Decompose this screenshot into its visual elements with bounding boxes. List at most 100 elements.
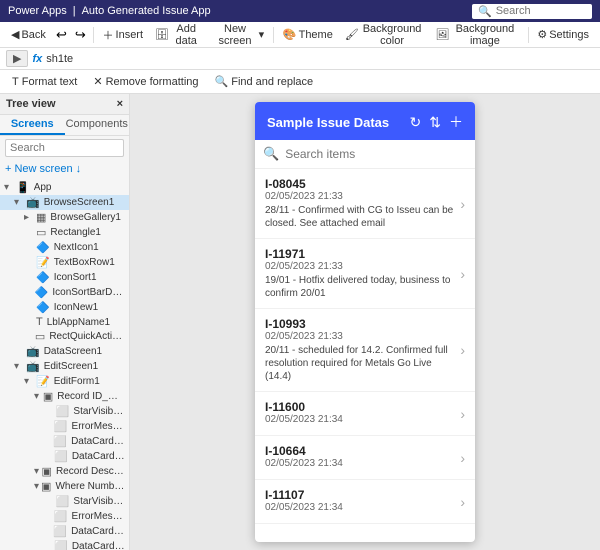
tree-item-icon: 📺 xyxy=(26,196,40,209)
refresh-icon[interactable]: ↻ xyxy=(410,114,422,131)
list-item[interactable]: I-11600 02/05/2023 21:34 › xyxy=(255,392,475,436)
list-item-desc: 20/11 - scheduled for 14.2. Confirmed fu… xyxy=(265,344,460,383)
add-data-button[interactable]: 🗄 Add data xyxy=(150,21,206,49)
tree-item-label: ErrorMessage2 xyxy=(72,511,125,522)
tree-item-label: IconSortBarDown1 xyxy=(52,287,125,298)
phone-header: Sample Issue Datas ↻ ⇅ ＋ xyxy=(255,102,475,140)
fx-icon: fx xyxy=(32,53,42,65)
tree-item[interactable]: ▾▣Record ID_DataCard2 xyxy=(0,389,129,404)
add-icon[interactable]: ＋ xyxy=(449,112,463,132)
tree-item[interactable]: ▾📺EditScreen1 xyxy=(0,359,129,374)
phone-title: Sample Issue Datas xyxy=(267,115,389,130)
list-item[interactable]: I-11107 02/05/2023 21:34 › xyxy=(255,480,475,524)
tree-item[interactable]: ⬜DataCardValue4 xyxy=(0,524,129,539)
top-search-input[interactable] xyxy=(496,5,586,17)
toolbar-sep-1 xyxy=(93,27,94,43)
background-image-button[interactable]: 🖼 Background image xyxy=(430,21,523,49)
tree-item[interactable]: ▸▦BrowseGallery1 xyxy=(0,210,129,225)
redo-icon[interactable]: ↪ xyxy=(72,25,89,45)
back-label: Back xyxy=(21,29,45,41)
tree-item-label: Where Number Column_DataGo xyxy=(55,481,125,492)
tree-item-icon: ▭ xyxy=(35,330,45,343)
sidebar: Tree view × Screens Components + New scr… xyxy=(0,94,130,550)
top-bar: Power Apps | Auto Generated Issue App 🔍 xyxy=(0,0,600,22)
tree-item[interactable]: TLblAppName1 xyxy=(0,315,129,329)
tree-item[interactable]: 🔷IconSortBarDown1 xyxy=(0,285,129,300)
sidebar-search-container xyxy=(0,136,129,160)
tree-item[interactable]: ⬜ErrorMessage2 xyxy=(0,509,129,524)
tree-toggle-icon: ▾ xyxy=(14,361,24,372)
top-bar-sep: | xyxy=(73,5,76,17)
sort-icon[interactable]: ⇅ xyxy=(429,114,441,131)
canvas-area: Sample Issue Datas ↻ ⇅ ＋ 🔍 I-08045 02/05… xyxy=(130,94,600,550)
tree-item[interactable]: ▾📱App xyxy=(0,180,129,195)
add-data-label: Add data xyxy=(171,23,201,47)
list-item-arrow-icon: › xyxy=(460,266,465,282)
phone-search-input[interactable] xyxy=(285,147,467,161)
tree-item[interactable]: 📺DataScreen1 xyxy=(0,344,129,359)
tree-item[interactable]: ▭ RectQuickAction81 xyxy=(0,329,129,344)
tree-item-label: App xyxy=(34,182,52,193)
settings-button[interactable]: ⚙ Settings xyxy=(532,26,594,43)
list-item-content: I-11107 02/05/2023 21:34 xyxy=(265,488,460,515)
tree-item-label: Record Description_DataCa xyxy=(56,466,125,477)
list-item[interactable]: I-11971 02/05/2023 21:33 19/01 - Hotfix … xyxy=(255,239,475,309)
sidebar-tab-components[interactable]: Components xyxy=(65,115,130,135)
remove-formatting-button[interactable]: ✕ Remove formatting xyxy=(87,73,204,90)
new-screen-link[interactable]: + New screen ↓ xyxy=(0,160,129,178)
list-item-date: 02/05/2023 21:33 xyxy=(265,261,460,272)
tree-item-icon: ▣ xyxy=(42,465,52,478)
back-icon: ◀ xyxy=(11,28,19,41)
toolbar: ◀ Back ↩ ↪ ＋ Insert 🗄 Add data New scree… xyxy=(0,22,600,48)
list-item[interactable]: I-10993 02/05/2023 21:33 20/11 - schedul… xyxy=(255,309,475,392)
list-item[interactable]: I-10664 02/05/2023 21:34 › xyxy=(255,436,475,480)
tree-item[interactable]: ▾▣Where Number Column_DataGo xyxy=(0,479,129,494)
back-button[interactable]: ◀ Back xyxy=(6,26,51,43)
tree-item-label: DataCardKey4 xyxy=(72,541,125,550)
tree-item[interactable]: ⬜StarVisible2 xyxy=(0,494,129,509)
list-item-id: I-11600 xyxy=(265,400,460,414)
brand-label: Power Apps xyxy=(8,5,67,17)
tree-item[interactable]: ⬜DataCardKey4 xyxy=(0,539,129,550)
tree-item[interactable]: 🔷IconSort1 xyxy=(0,270,129,285)
sidebar-header: Tree view × xyxy=(0,94,129,115)
tree-item-icon: ⬜ xyxy=(54,420,68,433)
tree-item[interactable]: 🔷IconNew1 xyxy=(0,300,129,315)
format-text-button[interactable]: T Format text xyxy=(6,74,83,90)
list-item[interactable]: I-08045 02/05/2023 21:33 28/11 - Confirm… xyxy=(255,169,475,239)
tree-item-label: Record ID_DataCard2 xyxy=(57,391,125,402)
top-search-box[interactable]: 🔍 xyxy=(472,4,592,19)
tree-item[interactable]: ⬜DataCardKey3 xyxy=(0,449,129,464)
find-replace-button[interactable]: 🔍 Find and replace xyxy=(209,73,320,90)
tree-item[interactable]: ⬜DataCardValue3 xyxy=(0,434,129,449)
tree-item-label: BrowseGallery1 xyxy=(50,212,121,223)
phone-header-icons: ↻ ⇅ ＋ xyxy=(410,112,463,132)
sidebar-close-icon[interactable]: × xyxy=(117,98,123,110)
new-screen-button[interactable]: New screen ▾ xyxy=(208,21,269,49)
tree-item[interactable]: ⬜ErrorMessage1 xyxy=(0,419,129,434)
sidebar-tree: ▾📱App▾📺BrowseScreen1▸▦BrowseGallery1 ▭Re… xyxy=(0,178,129,550)
tree-item-label: BrowseScreen1 xyxy=(44,197,115,208)
tree-item[interactable]: ▾📝EditForm1 xyxy=(0,374,129,389)
tree-item[interactable]: 📝TextBoxRow1 xyxy=(0,255,129,270)
undo-icon[interactable]: ↩ xyxy=(53,25,70,45)
list-item-desc: 28/11 - Confirmed with CG to Isseu can b… xyxy=(265,204,460,230)
tree-item-label: RectQuickAction81 xyxy=(49,331,125,342)
tree-item[interactable]: 🔷NextIcon1 xyxy=(0,240,129,255)
formula-input[interactable] xyxy=(46,53,594,65)
tree-item[interactable]: ▾📺BrowseScreen1 xyxy=(0,195,129,210)
theme-button[interactable]: 🎨 Theme xyxy=(278,26,338,43)
list-item-date: 02/05/2023 21:34 xyxy=(265,502,460,513)
new-screen-label: New screen xyxy=(213,23,256,47)
tree-item[interactable]: ▾▣Record Description_DataCa xyxy=(0,464,129,479)
sidebar-tab-screens[interactable]: Screens xyxy=(0,115,65,135)
tree-item-icon: ⬜ xyxy=(56,495,70,508)
tree-toggle-icon: ▸ xyxy=(24,212,34,223)
tree-item[interactable]: ▭Rectangle1 xyxy=(0,225,129,240)
insert-button[interactable]: ＋ Insert xyxy=(98,25,149,45)
tree-item-label: DataScreen1 xyxy=(44,346,102,357)
background-color-button[interactable]: 🖌 Background color xyxy=(340,21,429,49)
tree-item[interactable]: ⬜StarVisible1 xyxy=(0,404,129,419)
tree-item-icon: ⬜ xyxy=(54,450,68,463)
sidebar-search-input[interactable] xyxy=(5,139,124,157)
